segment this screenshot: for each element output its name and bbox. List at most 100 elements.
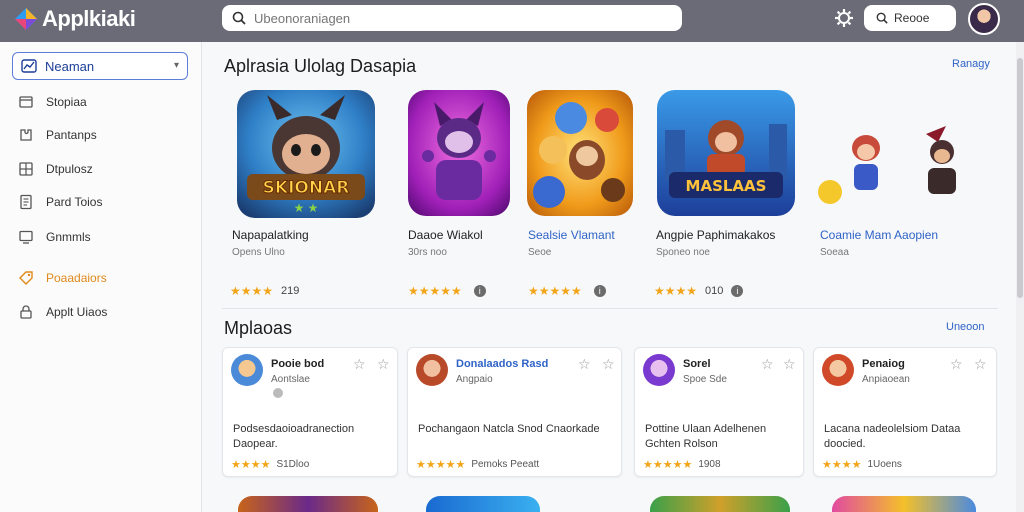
app-card-peek[interactable] [650, 496, 790, 512]
app-card[interactable]: Sorel Spoe Sde ☆ ☆ Pottine Ulaan Adelhen… [634, 347, 804, 477]
app-card-subtitle: Spoe Sde [683, 374, 727, 385]
star-icon[interactable]: ☆ [578, 356, 591, 373]
badge-icon [273, 388, 283, 398]
star-icon[interactable]: ☆ [377, 356, 390, 373]
app-card-peek[interactable] [238, 496, 378, 512]
svg-text:MASLAAS: MASLAAS [686, 177, 767, 195]
gear-icon[interactable] [834, 8, 854, 28]
app-name: Daaoe Wiakol [408, 228, 483, 242]
star-rating-icon: ★★★★★ [408, 284, 462, 298]
star-icon[interactable]: ☆ [950, 356, 963, 373]
search-icon [232, 11, 246, 25]
app-card-icon [822, 354, 854, 386]
app-card-icon [643, 354, 675, 386]
app-icon[interactable]: SKIONAR ★ ★ [237, 90, 375, 218]
app-card-peek[interactable] [426, 496, 540, 512]
top-bar: Applkiaki Reooe [0, 0, 1024, 42]
app-publisher: Sponeo noe [656, 247, 710, 258]
app-card-rating-value: Pemoks Peeatt [471, 459, 540, 470]
tag-icon [18, 270, 34, 286]
main-content: Aplrasia Ulolag Dasapia Ranagy SKIONAR ★… [202, 42, 1024, 512]
featured-title: Aplrasia Ulolag Dasapia [224, 56, 417, 76]
app-icon[interactable] [527, 90, 633, 216]
app-icon[interactable]: MASLAAS [657, 90, 795, 216]
app-logo[interactable]: Applkiaki [14, 6, 136, 32]
app-card-rating-value: S1Dloo [276, 459, 310, 470]
app-rating: ★★★★ 010 i [654, 284, 744, 298]
featured-see-all-link[interactable]: Ranagy [952, 58, 990, 70]
sidebar-item-pard-toios[interactable]: Pard Toios [18, 192, 102, 212]
app-card-title: Donalaados Rasd [456, 358, 549, 370]
star-rating-icon: ★★★★★ [416, 459, 466, 471]
app-card-icon [231, 354, 263, 386]
app-card-title: Pooie bod [271, 358, 325, 370]
app-card-title: Sorel [683, 358, 711, 370]
avatar[interactable] [968, 3, 1000, 35]
star-icon[interactable]: ☆ [602, 356, 615, 373]
star-rating-icon: ★★★★ [654, 284, 698, 298]
search-bar[interactable] [222, 5, 682, 31]
app-publisher: 30rs noo [408, 247, 447, 258]
category-select[interactable]: Neaman ▾ [12, 52, 188, 80]
star-icon[interactable]: ☆ [974, 356, 987, 373]
section-divider [222, 308, 998, 309]
star-rating-icon: ★★★★★ [528, 284, 582, 298]
grid-icon [18, 161, 34, 177]
scrollbar-thumb[interactable] [1017, 58, 1023, 298]
search-icon [876, 12, 888, 24]
star-icon[interactable]: ☆ [353, 356, 366, 373]
app-name: Napapalatking [232, 228, 309, 242]
info-icon[interactable]: i [593, 285, 606, 297]
category-select-value: Neaman [45, 58, 95, 74]
sidebar-item-label: Pantanps [46, 128, 97, 142]
app-name: Sealsie Vlamant [528, 228, 615, 242]
app-card[interactable]: Penaiog Anpiaoean ☆ ☆ Lacana nadeolelsio… [813, 347, 997, 477]
sidebar-item-pantanps[interactable]: Pantanps [18, 125, 97, 145]
star-rating-icon: ★★★★ [822, 459, 862, 471]
app-publisher: Soeaa [820, 247, 849, 258]
app-card-description: Pochangaon Natcla Snod Cnaorkade [418, 423, 600, 435]
app-rating-value: 219 [281, 285, 300, 297]
document-icon [18, 194, 34, 210]
sidebar-item-label: Applt Uiaos [46, 305, 108, 319]
app-icon-text: SKIONAR [263, 178, 350, 198]
search-input[interactable] [254, 10, 654, 26]
app-card-description: Lacana nadeolelsiom Dataa doocied. [824, 423, 961, 450]
svg-text:★ ★: ★ ★ [294, 201, 319, 215]
sidebar-item-stopiaa[interactable]: Stopiaa [18, 92, 87, 112]
app-publisher: Seoe [528, 247, 552, 258]
star-icon[interactable]: ☆ [783, 356, 796, 373]
app-icon[interactable] [814, 120, 974, 220]
app-card-rating-value: 1908 [698, 459, 721, 470]
home-icon [18, 94, 34, 110]
app-card-icon [416, 354, 448, 386]
search-button[interactable]: Reooe [864, 5, 956, 31]
sidebar-item-label: Gnmmls [46, 230, 91, 244]
app-card-subtitle: Aontslae [271, 374, 310, 385]
app-card[interactable]: Pooie bod Aontslae ☆ ☆ Podsesdaoioadrane… [222, 347, 398, 477]
puzzle-icon [18, 127, 34, 143]
app-card-peek[interactable] [832, 496, 976, 512]
app-card[interactable]: Donalaados Rasd Angpaio ☆ ☆ Pochangaon N… [407, 347, 622, 477]
info-icon[interactable]: i [731, 285, 744, 297]
more-title: Mplaoas [224, 318, 293, 338]
star-icon[interactable]: ☆ [761, 356, 774, 373]
app-name: Coamie Mam Aaopien [820, 228, 939, 242]
more-see-all-link[interactable]: Uneoon [946, 321, 985, 333]
sidebar-item-gnmmls[interactable]: Gnmmls [18, 227, 91, 247]
app-rating-value: 010 [705, 285, 724, 297]
app-card-rating: ★★★★★ Pemoks Peeatt [416, 458, 539, 471]
app-card-rating: ★★★★ S1Dloo [231, 458, 309, 471]
app-publisher: Opens Ulno [232, 247, 285, 258]
app-icon[interactable] [408, 90, 510, 216]
info-icon[interactable]: i [473, 285, 486, 297]
app-title: Applkiaki [42, 6, 136, 31]
sidebar-item-label: Pard Toios [46, 195, 103, 209]
sidebar-item-dtpulosz[interactable]: Dtpulosz [18, 159, 93, 179]
sidebar-item-poaadaiors[interactable]: Poaadaiors [18, 268, 107, 288]
app-card-subtitle: Anpiaoean [862, 374, 910, 385]
sidebar-item-applt-uiaos[interactable]: Applt Uiaos [18, 302, 107, 322]
app-card-rating: ★★★★ 1Uoens [822, 458, 902, 471]
lock-icon [18, 304, 34, 320]
star-rating-icon: ★★★★ [231, 459, 271, 471]
